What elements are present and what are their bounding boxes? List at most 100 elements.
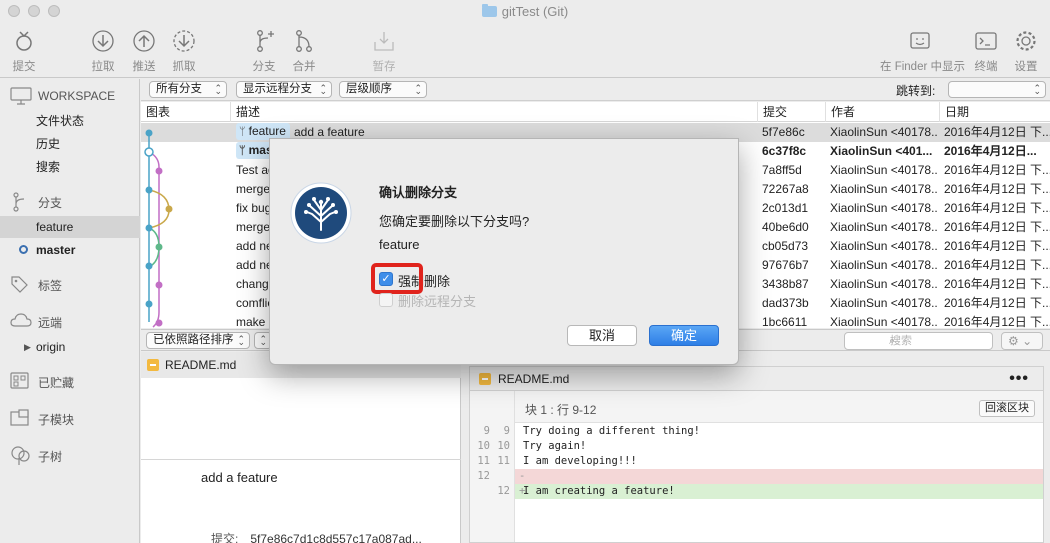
commit-label: 提交: [12, 61, 36, 73]
sidebar-item-branch-master[interactable]: master: [0, 239, 140, 261]
sidebar-item-branch-feature[interactable]: feature: [0, 216, 140, 238]
fetch-label: 抓取: [172, 61, 196, 73]
diff-line[interactable]: 9 9 Try doing a different thing!: [470, 424, 1043, 439]
merge-button[interactable]: 合并: [284, 28, 324, 74]
terminal-button[interactable]: 终端: [966, 28, 1006, 74]
commit-hash: 40be6d0: [762, 220, 809, 234]
cloud-icon: [10, 313, 32, 327]
jump-to-select[interactable]: [948, 81, 1046, 99]
stash-icon: [374, 32, 394, 51]
revert-hunk-button[interactable]: 回滚区块: [979, 400, 1035, 417]
commit-author: XiaolinSun <401...: [830, 144, 933, 158]
submodule-icon: [10, 409, 29, 426]
push-button[interactable]: 推送: [124, 28, 164, 74]
finder-icon: [910, 32, 930, 49]
stash-button[interactable]: 暂存: [364, 28, 404, 74]
column-header-author[interactable]: 作者: [825, 102, 855, 122]
commit-description: comflic: [236, 296, 274, 310]
old-line-number: 9: [483, 425, 490, 437]
options-gear-button[interactable]: ⚙ ⌄: [1001, 332, 1043, 350]
all-branches-select[interactable]: 所有分支: [149, 81, 227, 99]
diff-line[interactable]: 11 11 I am developing!!!: [470, 454, 1043, 469]
dialog-title: 确认删除分支: [379, 185, 458, 200]
column-header-commit[interactable]: 提交: [757, 102, 787, 122]
settings-label: 设置: [1014, 61, 1038, 73]
new-line-number: 10: [497, 440, 510, 452]
commit-hash: dad373b: [762, 296, 809, 310]
search-input[interactable]: ⌕ 搜索: [844, 332, 993, 350]
commit-description: fix bug: [236, 201, 272, 215]
commit-date: 2016年4月12日 下...: [944, 258, 1050, 272]
sidebar-item-search[interactable]: 搜索: [0, 156, 140, 178]
branch-icon: [13, 192, 25, 212]
dialog-question: 您确定要删除以下分支吗?: [379, 214, 530, 229]
commit-author: XiaolinSun <40178...: [830, 258, 938, 272]
pane-divider[interactable]: [141, 459, 461, 460]
diff-line[interactable]: 12 -: [470, 469, 1043, 484]
column-header-date[interactable]: 日期: [939, 102, 969, 122]
diff-file-name: README.md: [498, 372, 570, 386]
commit-date: 2016年4月12日 下...: [944, 220, 1050, 234]
ok-button[interactable]: 确定: [649, 325, 719, 346]
remote-origin-label: origin: [36, 340, 66, 354]
push-icon: [133, 30, 155, 52]
cancel-button[interactable]: 取消: [567, 325, 637, 346]
subtrees-title: 子树: [38, 450, 63, 464]
sidebar-item-file-status[interactable]: 文件状态: [0, 110, 140, 132]
settings-button[interactable]: 设置: [1006, 28, 1046, 74]
commit-hash: 7a8ff5d: [762, 163, 802, 177]
table-header: 图表 描述 提交 作者 日期: [141, 102, 1050, 122]
old-line-number: 12: [477, 470, 490, 482]
commit-description: add a feature: [293, 125, 365, 139]
tags-title: 标签: [38, 279, 63, 293]
commit-hash: 5f7e86c: [762, 125, 805, 139]
order-select[interactable]: 层级顺序: [339, 81, 427, 99]
branch-button[interactable]: 分支: [244, 28, 284, 74]
commit-hash: 72267a8: [762, 182, 809, 196]
disclosure-triangle-icon[interactable]: ▶: [24, 336, 31, 358]
commit-author: XiaolinSun <40178...: [830, 163, 938, 177]
commit-author: XiaolinSun <40178...: [830, 125, 938, 139]
commit-message: add a feature: [201, 470, 278, 485]
changed-files-pane: README.md add a feature 提交: 5f7e86c7d1c8d…: [141, 352, 461, 543]
commit-author: XiaolinSun <40178...: [830, 201, 938, 215]
sidebar-item-remote-origin[interactable]: ▶ origin: [0, 336, 140, 358]
delete-branch-dialog: 确认删除分支 您确定要删除以下分支吗? feature ✓ 强制删除 删除远程分…: [269, 138, 739, 365]
sidebar: WORKSPACE 文件状态 历史 搜索 分支 feature master 标…: [0, 79, 140, 543]
commit-description: merge: [236, 182, 271, 196]
tag-icon: [11, 276, 28, 293]
sort-select[interactable]: 已依照路径排序: [146, 332, 250, 350]
column-header-description[interactable]: 描述: [230, 102, 260, 122]
commit-hash: 6c37f8c: [762, 144, 807, 158]
commit-author: XiaolinSun <40178...: [830, 315, 938, 328]
gear-icon: [1016, 31, 1036, 51]
sidebar-item-history[interactable]: 历史: [0, 133, 140, 155]
commit-author: XiaolinSun <40178...: [830, 182, 938, 196]
diff-code: I am developing!!!: [523, 455, 637, 467]
diff-line[interactable]: 10 10 Try again!: [470, 439, 1043, 454]
branch-master-label: master: [36, 243, 76, 257]
show-in-finder-button[interactable]: 在 Finder 中显示: [880, 28, 965, 74]
commit-date: 2016年4月12日 下...: [944, 182, 1050, 196]
commit-hash-value: 5f7e86c7d1c8d557c17a087ad...: [250, 532, 422, 543]
diff-sign: -: [519, 470, 526, 482]
column-header-graph[interactable]: 图表: [141, 102, 170, 122]
commit-author: XiaolinSun <40178...: [830, 296, 938, 310]
merge-icon: [296, 30, 312, 52]
commit-hash: 2c013d1: [762, 201, 809, 215]
commit-icon: [16, 31, 32, 51]
pull-button[interactable]: 拉取: [83, 28, 123, 74]
commit-date: 2016年4月12日 下...: [944, 125, 1050, 139]
commit-button[interactable]: 提交: [4, 28, 44, 74]
jump-to-label: 跳转到:: [896, 84, 936, 98]
show-remote-branches-select[interactable]: 显示远程分支: [236, 81, 332, 99]
branches-title: 分支: [38, 196, 63, 210]
commit-hash: 3438b87: [762, 277, 809, 291]
commit-date: 2016年4月12日 下...: [944, 296, 1050, 310]
more-options-icon[interactable]: •••: [1009, 367, 1029, 391]
delete-remote-branch-checkbox[interactable]: [379, 293, 393, 307]
filter-bar: 所有分支 显示远程分支 层级顺序 跳转到:: [141, 79, 1050, 101]
branch-label: 分支: [252, 61, 276, 73]
diff-line[interactable]: 12 + I am creating a feature!: [470, 484, 1043, 499]
fetch-button[interactable]: 抓取: [164, 28, 204, 74]
